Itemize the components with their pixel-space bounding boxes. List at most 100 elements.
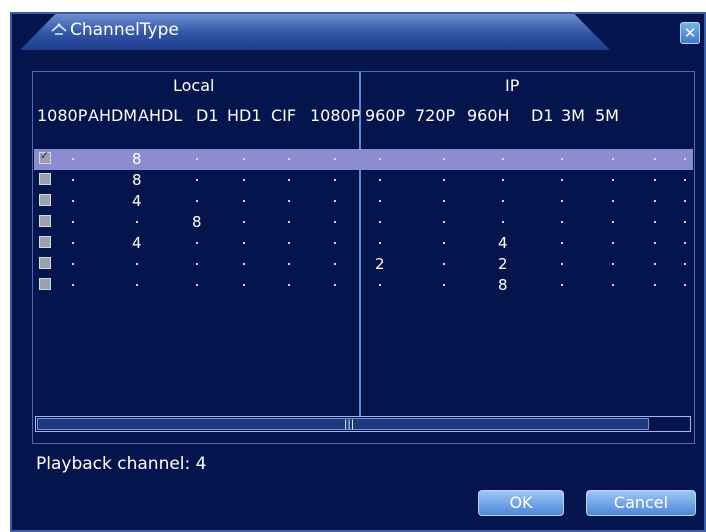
ip-empty-cell[interactable] — [502, 221, 504, 223]
ip-empty-cell[interactable] — [612, 221, 614, 223]
local-empty-cell[interactable] — [243, 179, 245, 181]
row-checkbox[interactable] — [39, 173, 51, 185]
table-row[interactable]: 44 — [34, 233, 693, 254]
ip-empty-cell[interactable] — [684, 242, 686, 244]
table-row[interactable]: 8 — [34, 170, 693, 191]
ip-empty-cell[interactable] — [684, 221, 686, 223]
ip-empty-cell[interactable] — [561, 242, 563, 244]
ip-empty-cell[interactable] — [684, 179, 686, 181]
ip-cell[interactable]: 4 — [498, 234, 508, 252]
ip-empty-cell[interactable] — [561, 179, 563, 181]
ip-empty-cell[interactable] — [654, 158, 656, 160]
ip-empty-cell[interactable] — [443, 284, 445, 286]
ip-empty-cell[interactable] — [612, 200, 614, 202]
ip-empty-cell[interactable] — [612, 179, 614, 181]
ip-empty-cell[interactable] — [654, 242, 656, 244]
ip-empty-cell[interactable] — [654, 263, 656, 265]
local-empty-cell[interactable] — [288, 179, 290, 181]
local-empty-cell[interactable] — [288, 242, 290, 244]
row-checkbox[interactable] — [39, 257, 51, 269]
ip-empty-cell[interactable] — [502, 179, 504, 181]
row-checkbox[interactable] — [39, 194, 51, 206]
local-empty-cell[interactable] — [288, 200, 290, 202]
ip-cell[interactable]: 2 — [375, 255, 385, 273]
ip-empty-cell[interactable] — [379, 284, 381, 286]
local-empty-cell[interactable] — [334, 221, 336, 223]
local-empty-cell[interactable] — [243, 263, 245, 265]
ip-empty-cell[interactable] — [612, 242, 614, 244]
local-empty-cell[interactable] — [334, 179, 336, 181]
table-row[interactable]: 4 — [34, 191, 693, 212]
local-empty-cell[interactable] — [288, 284, 290, 286]
ip-empty-cell[interactable] — [443, 200, 445, 202]
ip-cell[interactable]: 2 — [498, 255, 508, 273]
local-empty-cell[interactable] — [72, 263, 74, 265]
local-empty-cell[interactable] — [196, 158, 198, 160]
ip-empty-cell[interactable] — [684, 158, 686, 160]
local-empty-cell[interactable] — [334, 284, 336, 286]
ip-empty-cell[interactable] — [561, 263, 563, 265]
local-empty-cell[interactable] — [72, 200, 74, 202]
row-checkbox[interactable] — [39, 149, 51, 164]
close-icon[interactable]: ✕ — [680, 22, 700, 44]
ip-empty-cell[interactable] — [379, 179, 381, 181]
local-cell[interactable]: 8 — [192, 213, 202, 231]
ip-empty-cell[interactable] — [684, 284, 686, 286]
local-cell[interactable]: 4 — [132, 234, 142, 252]
local-empty-cell[interactable] — [196, 179, 198, 181]
local-empty-cell[interactable] — [288, 158, 290, 160]
ip-empty-cell[interactable] — [502, 200, 504, 202]
ip-empty-cell[interactable] — [612, 158, 614, 160]
cancel-button[interactable]: Cancel — [586, 490, 696, 516]
local-empty-cell[interactable] — [196, 284, 198, 286]
ip-empty-cell[interactable] — [443, 263, 445, 265]
ip-empty-cell[interactable] — [612, 263, 614, 265]
local-empty-cell[interactable] — [243, 284, 245, 286]
local-empty-cell[interactable] — [288, 221, 290, 223]
ip-empty-cell[interactable] — [654, 179, 656, 181]
local-empty-cell[interactable] — [72, 284, 74, 286]
ip-empty-cell[interactable] — [612, 284, 614, 286]
local-empty-cell[interactable] — [334, 242, 336, 244]
ip-empty-cell[interactable] — [379, 200, 381, 202]
ip-empty-cell[interactable] — [502, 158, 504, 160]
local-empty-cell[interactable] — [136, 263, 138, 265]
local-empty-cell[interactable] — [72, 221, 74, 223]
row-checkbox[interactable] — [39, 215, 51, 227]
local-empty-cell[interactable] — [72, 179, 74, 181]
local-empty-cell[interactable] — [334, 263, 336, 265]
ip-empty-cell[interactable] — [379, 242, 381, 244]
local-empty-cell[interactable] — [196, 242, 198, 244]
local-empty-cell[interactable] — [243, 158, 245, 160]
local-empty-cell[interactable] — [243, 200, 245, 202]
ip-empty-cell[interactable] — [443, 179, 445, 181]
ip-empty-cell[interactable] — [684, 200, 686, 202]
ip-empty-cell[interactable] — [654, 284, 656, 286]
local-empty-cell[interactable] — [72, 158, 74, 160]
ip-empty-cell[interactable] — [654, 221, 656, 223]
ok-button[interactable]: OK — [478, 490, 564, 516]
ip-empty-cell[interactable] — [654, 200, 656, 202]
local-empty-cell[interactable] — [196, 263, 198, 265]
table-row[interactable]: 8 — [34, 275, 693, 296]
table-row[interactable]: 22 — [34, 254, 693, 275]
ip-empty-cell[interactable] — [443, 221, 445, 223]
local-empty-cell[interactable] — [334, 200, 336, 202]
ip-empty-cell[interactable] — [561, 284, 563, 286]
local-empty-cell[interactable] — [288, 263, 290, 265]
table-row[interactable]: 8 — [34, 149, 693, 170]
local-empty-cell[interactable] — [334, 158, 336, 160]
ip-empty-cell[interactable] — [561, 200, 563, 202]
ip-empty-cell[interactable] — [379, 158, 381, 160]
local-empty-cell[interactable] — [72, 242, 74, 244]
horizontal-scrollbar[interactable]: ||| — [35, 416, 691, 432]
row-checkbox[interactable] — [39, 278, 51, 290]
row-checkbox[interactable] — [39, 236, 51, 248]
ip-empty-cell[interactable] — [443, 242, 445, 244]
table-row[interactable]: 8 — [34, 212, 693, 233]
ip-empty-cell[interactable] — [443, 158, 445, 160]
ip-empty-cell[interactable] — [561, 158, 563, 160]
ip-cell[interactable]: 8 — [498, 276, 508, 294]
local-cell[interactable]: 8 — [132, 171, 142, 189]
local-empty-cell[interactable] — [243, 242, 245, 244]
